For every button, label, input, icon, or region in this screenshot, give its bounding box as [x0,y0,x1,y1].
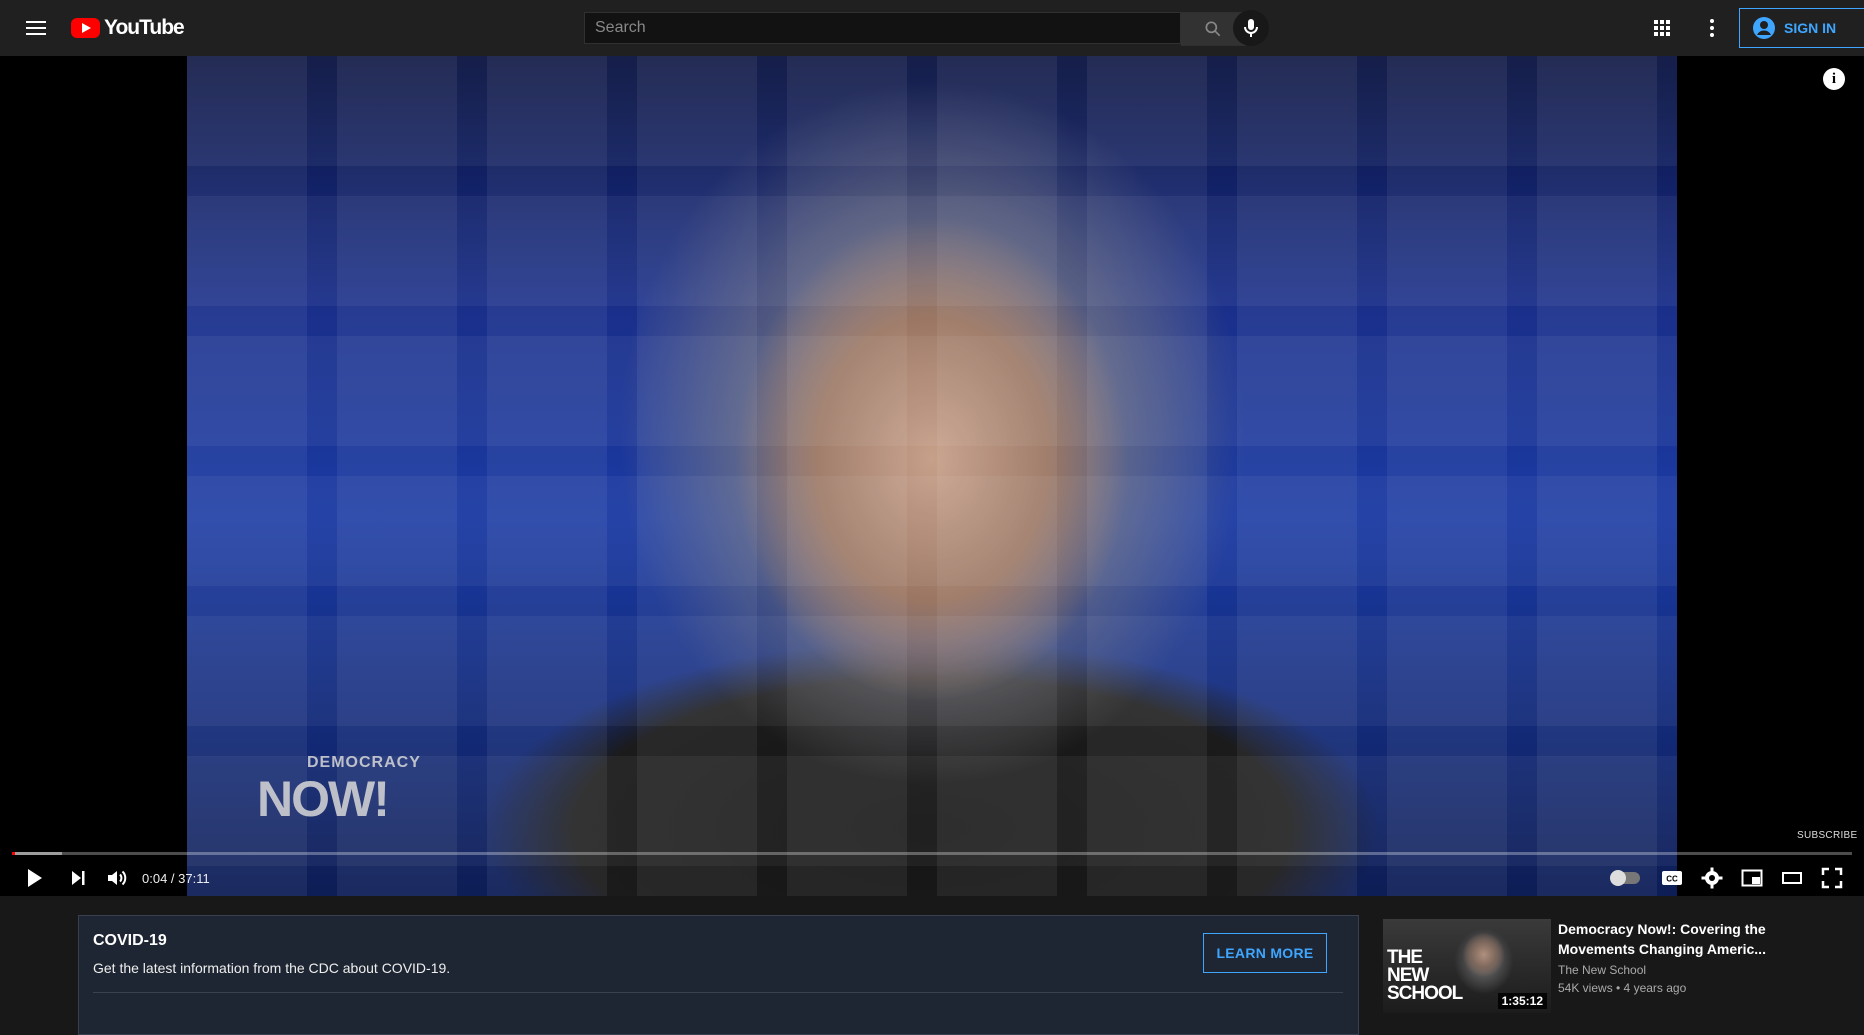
settings-button[interactable] [1700,866,1724,890]
info-icon[interactable]: i [1823,68,1845,90]
voice-search-button[interactable] [1233,10,1269,46]
thumbnail-logo-text: THE NEW SCHOOL [1387,947,1463,1004]
fullscreen-icon [1821,867,1843,889]
search-input[interactable] [584,12,1181,44]
apps-grid-icon [1654,20,1670,36]
subtitles-button[interactable]: CC [1660,866,1684,890]
youtube-play-icon [71,18,100,38]
video-frame[interactable] [187,56,1677,896]
covid-banner-text: Get the latest information from the CDC … [93,960,451,976]
apps-button[interactable] [1650,16,1674,40]
mute-button[interactable] [105,866,129,890]
play-icon [28,869,42,887]
closed-captions-icon: CC [1662,871,1682,885]
learn-more-button[interactable]: LEARN MORE [1203,933,1327,973]
video-player[interactable]: DEMOCRACY NOW! i SUBSCRIBE 0:04 / 37:11 … [0,56,1864,896]
gear-icon [1701,867,1723,889]
video-thumbnail[interactable]: THE NEW SCHOOL 1:35:12 [1383,919,1551,1013]
sign-in-button[interactable]: SIGN IN [1739,8,1864,48]
recommended-video[interactable]: THE NEW SCHOOL 1:35:12 Democracy Now!: C… [1383,919,1853,1019]
volume-icon [108,870,127,886]
miniplayer-button[interactable] [1740,866,1764,890]
menu-icon[interactable] [24,16,48,40]
svg-text:CC: CC [1666,875,1678,884]
video-duration-badge: 1:35:12 [1497,993,1547,1009]
recommended-video-meta: 54K views • 4 years ago [1558,981,1687,995]
player-controls: 0:04 / 37:11 CC [0,860,1864,896]
covid-banner-title: COVID-19 [93,932,167,949]
next-button[interactable] [66,866,90,890]
progress-played [12,852,16,855]
account-circle-icon [1753,17,1775,39]
theater-mode-icon [1782,872,1802,884]
miniplayer-icon [1741,869,1763,887]
recommended-video-title[interactable]: Democracy Now!: Covering the Movements C… [1558,919,1773,959]
search-box [584,12,1246,46]
progress-bar[interactable] [12,852,1852,855]
more-vertical-icon [1710,19,1714,37]
microphone-icon [1244,19,1258,37]
divider [93,992,1343,993]
settings-more-button[interactable] [1700,16,1724,40]
recommended-video-channel[interactable]: The New School [1558,963,1646,977]
progress-buffered [12,852,62,855]
play-button[interactable] [22,866,46,890]
subscribe-watermark[interactable]: SUBSCRIBE [1797,830,1858,841]
skip-next-icon [72,871,85,885]
fullscreen-button[interactable] [1820,866,1844,890]
time-display: 0:04 / 37:11 [142,871,210,886]
autoplay-toggle[interactable] [1610,870,1640,886]
covid-info-banner: COVID-19 Get the latest information from… [78,915,1359,1035]
masthead: YouTube Search SIGN IN [0,0,1864,56]
sign-in-label: SIGN IN [1784,20,1837,36]
logo-wordmark: YouTube [104,16,185,39]
theater-mode-button[interactable] [1780,866,1804,890]
search-icon [1205,21,1221,37]
youtube-logo[interactable]: YouTube [71,16,185,40]
